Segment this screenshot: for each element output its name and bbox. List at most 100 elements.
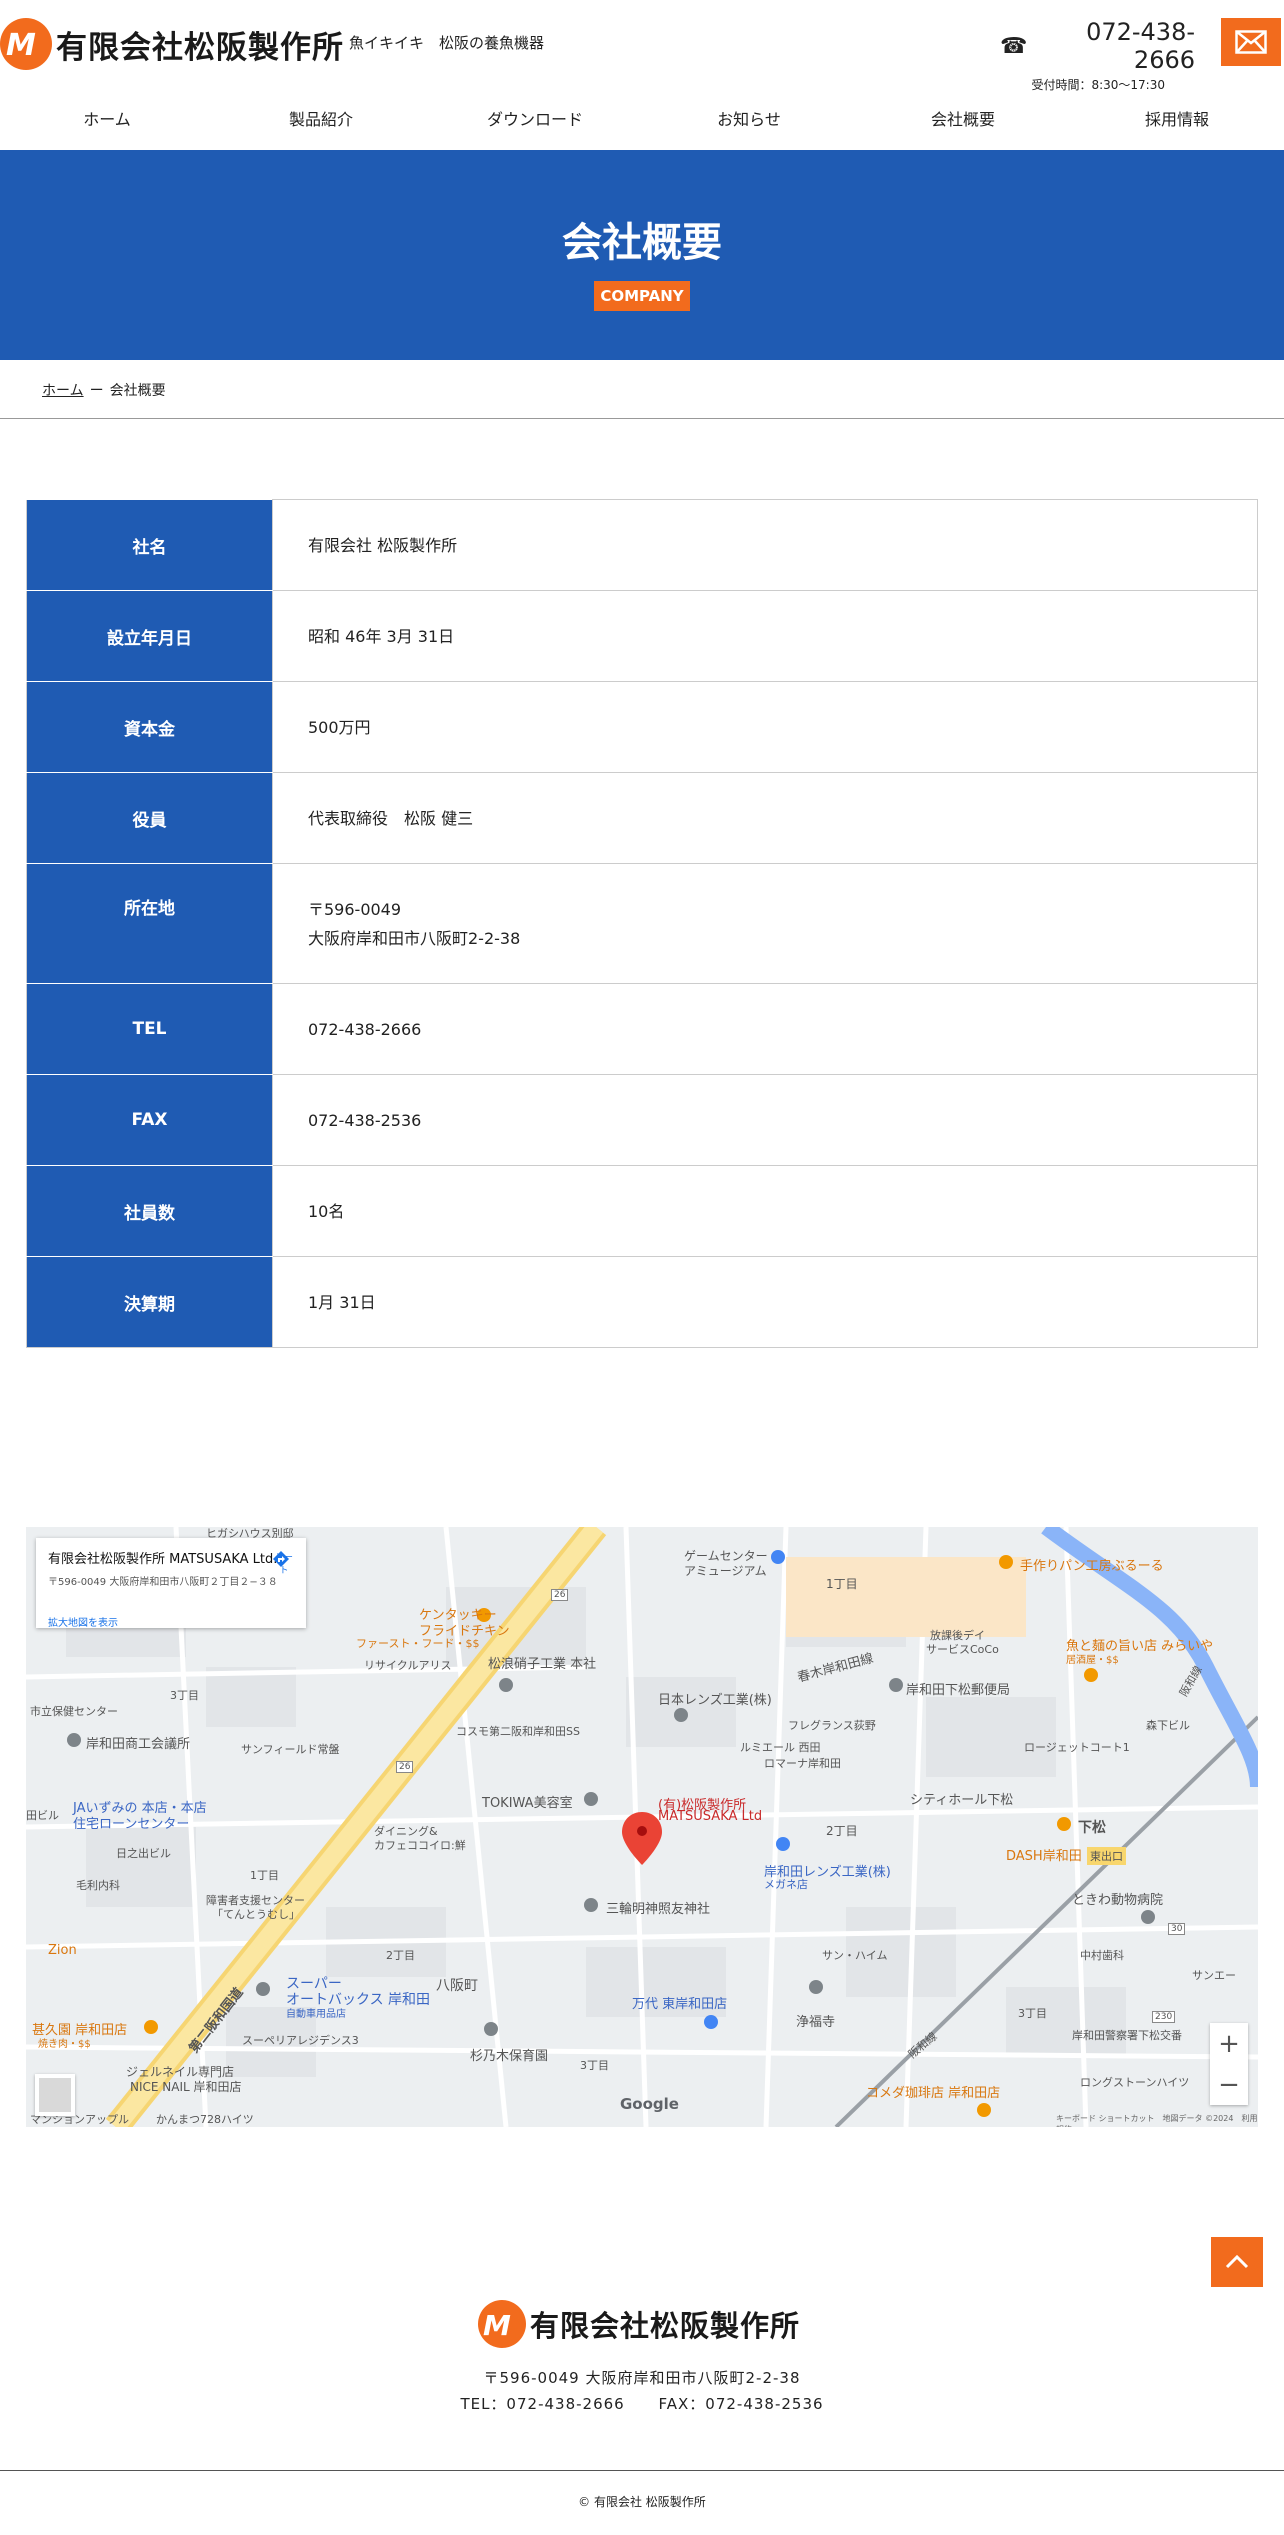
map-label: 中村歯科: [1080, 1949, 1124, 1962]
table-row: 決算期 1月 31日: [26, 1256, 1258, 1348]
map-label: 3丁目: [170, 1689, 199, 1702]
breadcrumb-home-link[interactable]: ホーム: [42, 380, 84, 400]
phone-icon: ☎: [1000, 33, 1028, 59]
map-label: 岸和田警察署下松交番: [1072, 2029, 1182, 2042]
map-zoom-in-button[interactable]: +: [1210, 2023, 1248, 2064]
nav-item-products[interactable]: 製品紹介: [214, 85, 428, 150]
contact-mail-button[interactable]: [1221, 18, 1281, 66]
map-label: 下松: [1078, 1820, 1106, 1836]
map-label: 市立保健センター: [30, 1705, 118, 1718]
map-label: TOKIWA美容室: [482, 1796, 573, 1811]
row-value-fax: 072-438-2536: [272, 1074, 1258, 1166]
map-footer-links[interactable]: キーボード ショートカット 地図データ ©2024 利用規約: [1056, 2113, 1258, 2127]
map-street-view-button[interactable]: [35, 2074, 75, 2116]
map-label: 松浪硝子工業 本社: [488, 1657, 597, 1672]
envelope-icon: [1235, 30, 1267, 54]
phone-block: ☎ 072-438-2666 受付時間：8:30〜17:30: [1000, 18, 1195, 93]
footer-logo[interactable]: M 有限会社松阪製作所: [478, 2300, 800, 2348]
nav-item-home[interactable]: ホーム: [0, 85, 214, 150]
row-value-name: 有限会社 松阪製作所: [272, 499, 1258, 591]
footer-logo-mark-icon: M: [478, 2300, 526, 2348]
map-label: 杉乃木保育園: [470, 2049, 549, 2064]
chevron-up-icon: [1225, 2254, 1249, 2269]
breadcrumb-current: 会社概要: [109, 383, 166, 399]
map-label: 手作りパン工房ぶるーる: [1020, 1559, 1164, 1574]
map-card-title: 有限会社松阪製作所 MATSUSAKA Ltd.: [48, 1552, 278, 1567]
map-label: カフェココイロ:鮮: [374, 1839, 466, 1852]
row-label-fiscal: 決算期: [26, 1256, 273, 1348]
nav-item-recruit[interactable]: 採用情報: [1070, 85, 1284, 150]
back-to-top-button[interactable]: [1211, 2237, 1263, 2287]
map-label: 岸和田下松郵便局: [906, 1683, 1011, 1698]
nav-item-news[interactable]: お知らせ: [642, 85, 856, 150]
logo-text: 有限会社松阪製作所: [56, 29, 344, 66]
map-label: 2丁目: [386, 1949, 415, 1962]
map-label: アミュージアム: [684, 1564, 767, 1578]
nav-item-download[interactable]: ダウンロード: [428, 85, 642, 150]
row-label-capital: 資本金: [26, 681, 273, 773]
map-card-address: 〒596-0049 大阪府岸和田市八阪町２丁目２−３８: [48, 1577, 278, 1588]
map-label: 1丁目: [826, 1577, 858, 1591]
address-postal: 〒596-0049: [308, 899, 402, 919]
table-row: 役員 代表取締役 松阪 健三: [26, 772, 1258, 864]
footer-contact: TEL：072-438-2666 FAX：072-438-2536: [0, 2393, 1284, 2414]
row-value-officers: 代表取締役 松阪 健三: [272, 772, 1258, 864]
map-label: 万代 東岸和田店: [632, 1997, 728, 2012]
map-label: メガネ店: [764, 1878, 808, 1891]
map-label: シティホール下松: [910, 1793, 1014, 1808]
map-label: サン・ハイム: [822, 1949, 888, 1962]
row-label-founded: 設立年月日: [26, 590, 273, 682]
map-label: スーペリアレジデンス3: [242, 2034, 359, 2047]
map-directions-button[interactable]: ルート: [272, 1550, 296, 1576]
nav-item-company[interactable]: 会社概要: [856, 85, 1070, 150]
map-label: 浄福寺: [796, 2015, 836, 2030]
map-label: 1丁目: [250, 1869, 279, 1882]
google-map[interactable]: ケンタッキー フライドチキン ファースト・フード・$$ ゲームセンター アミュー…: [26, 1527, 1258, 2127]
map-label: 岸和田商工会議所: [86, 1737, 191, 1752]
table-row: 社員数 10名: [26, 1165, 1258, 1257]
map-label: ファースト・フード・$$: [356, 1637, 480, 1650]
footer-fax: FAX：072-438-2536: [658, 2395, 824, 2413]
row-value-employees: 10名: [272, 1165, 1258, 1257]
row-value-tel: 072-438-2666: [272, 983, 1258, 1075]
pegman-icon: [39, 2078, 71, 2112]
map-label: 焼き肉・$$: [38, 2039, 91, 2050]
table-row: 設立年月日 昭和 46年 3月 31日: [26, 590, 1258, 682]
map-label: 毛利内科: [76, 1879, 120, 1892]
row-label-tel: TEL: [26, 983, 273, 1075]
map-enlarge-link[interactable]: 拡大地図を表示: [48, 1614, 118, 1629]
row-value-address: 〒596-0049 大阪府岸和田市八阪町2-2-38: [272, 863, 1258, 984]
table-row: 社名 有限会社 松阪製作所: [26, 499, 1258, 591]
map-label: 3丁目: [1018, 2007, 1047, 2020]
map-label: ロマーナ岸和田: [764, 1757, 841, 1770]
footer-divider: [0, 2470, 1284, 2471]
row-value-founded: 昭和 46年 3月 31日: [272, 590, 1258, 682]
row-label-officers: 役員: [26, 772, 273, 864]
map-label: 30: [1168, 1923, 1186, 1935]
address-street: 大阪府岸和田市八阪町2-2-38: [308, 928, 521, 948]
row-value-capital: 500万円: [272, 681, 1258, 773]
google-logo: Google: [620, 2095, 679, 2113]
table-row: TEL 072-438-2666: [26, 983, 1258, 1075]
map-label: ルミエール 西田: [740, 1741, 821, 1754]
table-row: 資本金 500万円: [26, 681, 1258, 773]
map-label: 26: [396, 1761, 414, 1773]
row-value-fiscal: 1月 31日: [272, 1256, 1258, 1348]
page-subtitle-badge: COMPANY: [594, 281, 690, 311]
map-label: DASH岸和田: [1006, 1849, 1082, 1864]
row-label-name: 社名: [26, 499, 273, 591]
map-label: 居酒屋・$$: [1066, 1655, 1119, 1666]
row-label-address: 所在地: [26, 863, 273, 984]
table-row: FAX 072-438-2536: [26, 1074, 1258, 1166]
header-phone-number[interactable]: 072-438-2666: [1035, 18, 1195, 74]
site-logo[interactable]: M 有限会社松阪製作所: [0, 18, 344, 70]
map-label: リサイクルアリス: [364, 1659, 452, 1672]
breadcrumb: ホーム ー 会社概要: [42, 380, 166, 400]
map-label: サービスCoCo: [926, 1643, 999, 1656]
map-label-marker-2[interactable]: MATSUSAKA Ltd: [658, 1809, 762, 1824]
map-zoom-out-button[interactable]: −: [1210, 2064, 1248, 2105]
footer-tel: TEL：072-438-2666: [460, 2395, 625, 2413]
site-header: M 有限会社松阪製作所 魚イキイキ 松阪の養魚機器 ☎ 072-438-2666…: [0, 0, 1284, 92]
map-label: Zion: [48, 1943, 77, 1958]
map-zoom-controls: + −: [1210, 2023, 1248, 2105]
